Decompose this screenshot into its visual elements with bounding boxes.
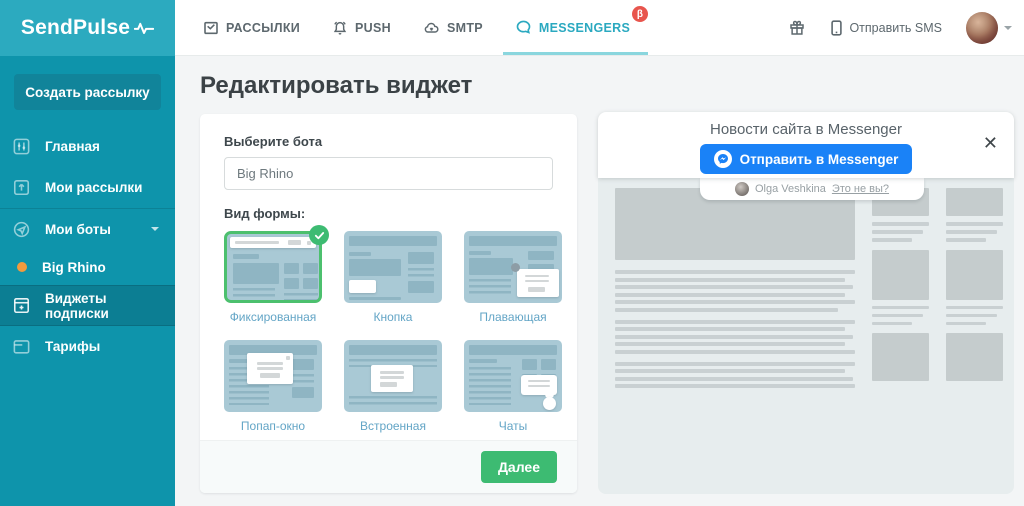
messenger-user-bar: Olga Veshkina Это не вы? [700, 178, 924, 200]
pulse-icon [134, 22, 155, 34]
send-plane-icon [13, 221, 30, 237]
chevron-down-icon [151, 227, 159, 231]
send-to-messenger-button[interactable]: Отправить в Messenger [699, 144, 913, 174]
avatar [966, 11, 998, 44]
top-navbar: РАССЫЛКИ PUSH SMTP MESSENGERS β Отправит… [175, 0, 1024, 56]
bot-select[interactable]: Big Rhino [224, 157, 553, 190]
form-type-chats-label[interactable]: Чаты [464, 419, 562, 433]
sliders-icon [13, 138, 30, 155]
sidebar: Создать рассылку Главная Мои рассылки Мо… [0, 56, 175, 506]
sidebar-item-big-rhino[interactable]: Big Rhino [0, 249, 175, 285]
nav-tab-messengers[interactable]: MESSENGERS β [502, 0, 649, 55]
mail-icon [204, 21, 218, 34]
form-type-fixed: Фиксированная [224, 225, 329, 324]
widget-preview-bar: Новости сайта в Messenger Отправить в Me… [598, 112, 1014, 178]
user-avatar [734, 182, 749, 196]
card-footer: Далее [200, 440, 577, 493]
form-type-popup: Попап-окно [224, 340, 322, 433]
gift-icon[interactable] [788, 19, 806, 37]
widget-settings-body: Выберите бота Big Rhino Вид формы: Фикси… [200, 114, 577, 440]
form-type-grid: Фиксированная Кнопка Плавающая Попап-окн… [224, 225, 562, 433]
mockup-thumb [872, 249, 929, 300]
form-type-floating-label[interactable]: Плавающая [464, 310, 562, 324]
mockup-caption [872, 222, 929, 242]
mockup-paragraph [615, 361, 855, 388]
form-type-fixed-label[interactable]: Фиксированная [224, 310, 322, 324]
thumbnail-preview-art [344, 231, 442, 303]
mockup-thumb [946, 333, 1003, 381]
form-type-chats: Чаты [464, 340, 562, 433]
brand-logo[interactable]: SendPulse [0, 0, 175, 56]
form-type-popup-thumbnail[interactable] [224, 340, 322, 412]
create-campaign-button[interactable]: Создать рассылку [14, 74, 161, 110]
form-type-inline: Встроенная [344, 340, 442, 433]
form-type-chats-thumbnail[interactable] [464, 340, 562, 412]
bot-select-label: Выберите бота [224, 134, 323, 149]
nav-tab-smtp[interactable]: SMTP [423, 0, 483, 55]
nav-tab-mailings[interactable]: РАССЫЛКИ [203, 0, 300, 55]
form-type-label: Вид формы: [224, 206, 306, 221]
page-title: Редактировать виджет [200, 72, 473, 99]
cloud-icon [424, 22, 439, 33]
upload-box-icon [13, 179, 30, 196]
widget-title: Новости сайта в Messenger [709, 121, 902, 138]
mockup-main-column [615, 188, 855, 494]
not-you-link[interactable]: Это не вы? [832, 183, 889, 195]
sidebar-item-subscription-widgets[interactable]: Виджеты подписки [0, 285, 175, 326]
widget-settings-card: Выберите бота Big Rhino Вид формы: Фикси… [200, 114, 577, 493]
form-type-inline-label[interactable]: Встроенная [344, 419, 442, 433]
messenger-icon [713, 150, 732, 168]
mockup-thumb [872, 333, 929, 381]
form-type-button: Кнопка [344, 231, 442, 324]
beta-badge: β [632, 6, 649, 22]
sidebar-item-pricing[interactable]: Тарифы [0, 326, 175, 367]
sidebar-item-my-campaigns[interactable]: Мои рассылки [0, 167, 175, 208]
thumbnail-preview-art [464, 340, 562, 412]
navbar-right-controls: Отправить SMS [788, 11, 1024, 44]
thumbnail-preview-art [464, 231, 562, 303]
bot-select-value: Big Rhino [237, 166, 294, 181]
sidebar-item-home[interactable]: Главная [0, 126, 175, 167]
widget-preview-panel: Новости сайта в Messenger Отправить в Me… [598, 112, 1014, 494]
send-sms-button[interactable]: Отправить SMS [830, 19, 942, 36]
mockup-caption [946, 222, 1003, 242]
phone-icon [831, 19, 843, 36]
form-type-button-label[interactable]: Кнопка [344, 310, 442, 324]
card-icon [13, 340, 30, 354]
mockup-paragraph [615, 319, 855, 354]
widget-icon [13, 297, 30, 314]
close-icon[interactable]: ✕ [983, 134, 998, 152]
mockup-thumb [946, 188, 1003, 216]
mockup-paragraph [615, 270, 855, 312]
thumbnail-preview-art [224, 340, 322, 412]
chat-bubble-icon [516, 20, 531, 34]
form-type-button-thumbnail[interactable] [344, 231, 442, 303]
mockup-caption [946, 305, 1003, 325]
form-type-floating-thumbnail[interactable] [464, 231, 562, 303]
mockup-caption [872, 305, 929, 325]
user-menu[interactable] [966, 11, 1012, 44]
next-button[interactable]: Далее [480, 451, 557, 483]
nav-tab-push[interactable]: PUSH [332, 0, 391, 55]
chevron-down-icon [1004, 25, 1012, 30]
brand-name: SendPulse [20, 16, 131, 39]
check-icon [309, 225, 329, 245]
thumbnail-preview-art [224, 231, 322, 303]
thumbnail-preview-art [344, 340, 442, 412]
form-type-popup-label[interactable]: Попап-окно [224, 419, 322, 433]
site-mockup [615, 178, 1003, 494]
bell-icon [333, 21, 347, 35]
form-type-inline-thumbnail[interactable] [344, 340, 442, 412]
sidebar-item-my-bots[interactable]: Мои боты [0, 208, 175, 249]
form-type-floating: Плавающая [464, 231, 562, 324]
mockup-side-column [872, 188, 929, 494]
form-type-fixed-thumbnail[interactable] [224, 225, 329, 303]
user-name: Olga Veshkina [754, 183, 826, 195]
mockup-side-column [946, 188, 1003, 494]
status-dot-icon [17, 262, 27, 272]
mockup-thumb [946, 249, 1003, 300]
